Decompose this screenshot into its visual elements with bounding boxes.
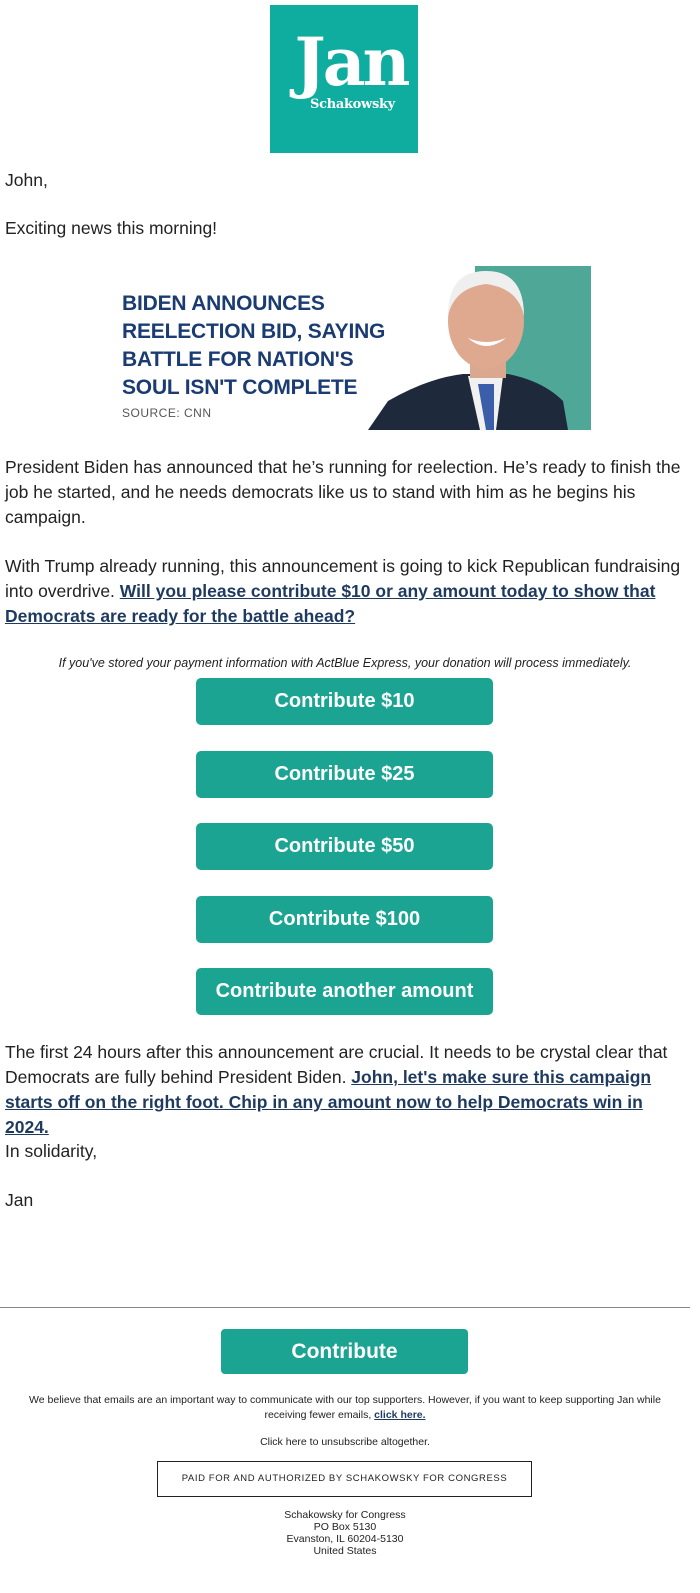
news-banner-image[interactable]: BIDEN ANNOUNCES REELECTION BID, SAYING B… [118,266,591,430]
signature: Jan [5,1190,34,1210]
paragraph-announcement: President Biden has announced that he’s … [5,457,681,527]
address-line: PO Box 5130 [313,1521,377,1533]
fewer-emails-link[interactable]: click here. [374,1409,425,1421]
address-line: Schakowsky for Congress [284,1509,406,1521]
paragraph-trump: With Trump already running, this announc… [5,554,685,629]
footer-contribute-button[interactable]: Contribute [221,1329,468,1374]
unsubscribe-link[interactable]: Click here to unsubscribe altogether. [20,1435,670,1450]
contribute-50-button[interactable]: Contribute $50 [196,823,493,870]
contribute-25-button[interactable]: Contribute $25 [196,751,493,798]
footer-divider [0,1307,690,1308]
banner-headline: BIDEN ANNOUNCES REELECTION BID, SAYING B… [122,292,386,399]
logo-last-name: Schakowsky [310,97,395,112]
intro-text: Exciting news this morning! [5,218,218,238]
mailing-address: Schakowsky for Congress PO Box 5130 Evan… [0,1509,690,1557]
fewer-emails-text: We believe that emails are an important … [20,1393,670,1423]
address-line: Evanston, IL 60204-5130 [286,1533,404,1545]
address-line: United States [313,1545,377,1557]
contribute-10-button[interactable]: Contribute $10 [196,678,493,725]
banner-source: SOURCE: CNN [122,406,212,420]
contribute-other-amount-button[interactable]: Contribute another amount [196,968,493,1015]
greeting: John, [5,170,48,190]
actblue-express-note: If you've stored your payment informatio… [58,656,632,670]
fewer-emails-body: We believe that emails are an important … [29,1394,661,1421]
paid-for-disclaimer: PAID FOR AND AUTHORIZED BY SCHAKOWSKY FO… [157,1461,532,1497]
campaign-logo: Jan Schakowsky [270,5,418,153]
paragraph-first-24-hours: The first 24 hours after this announceme… [5,1040,690,1140]
logo-first-name: Jan [294,23,411,101]
signoff: In solidarity, [5,1141,98,1161]
contribute-100-button[interactable]: Contribute $100 [196,896,493,943]
